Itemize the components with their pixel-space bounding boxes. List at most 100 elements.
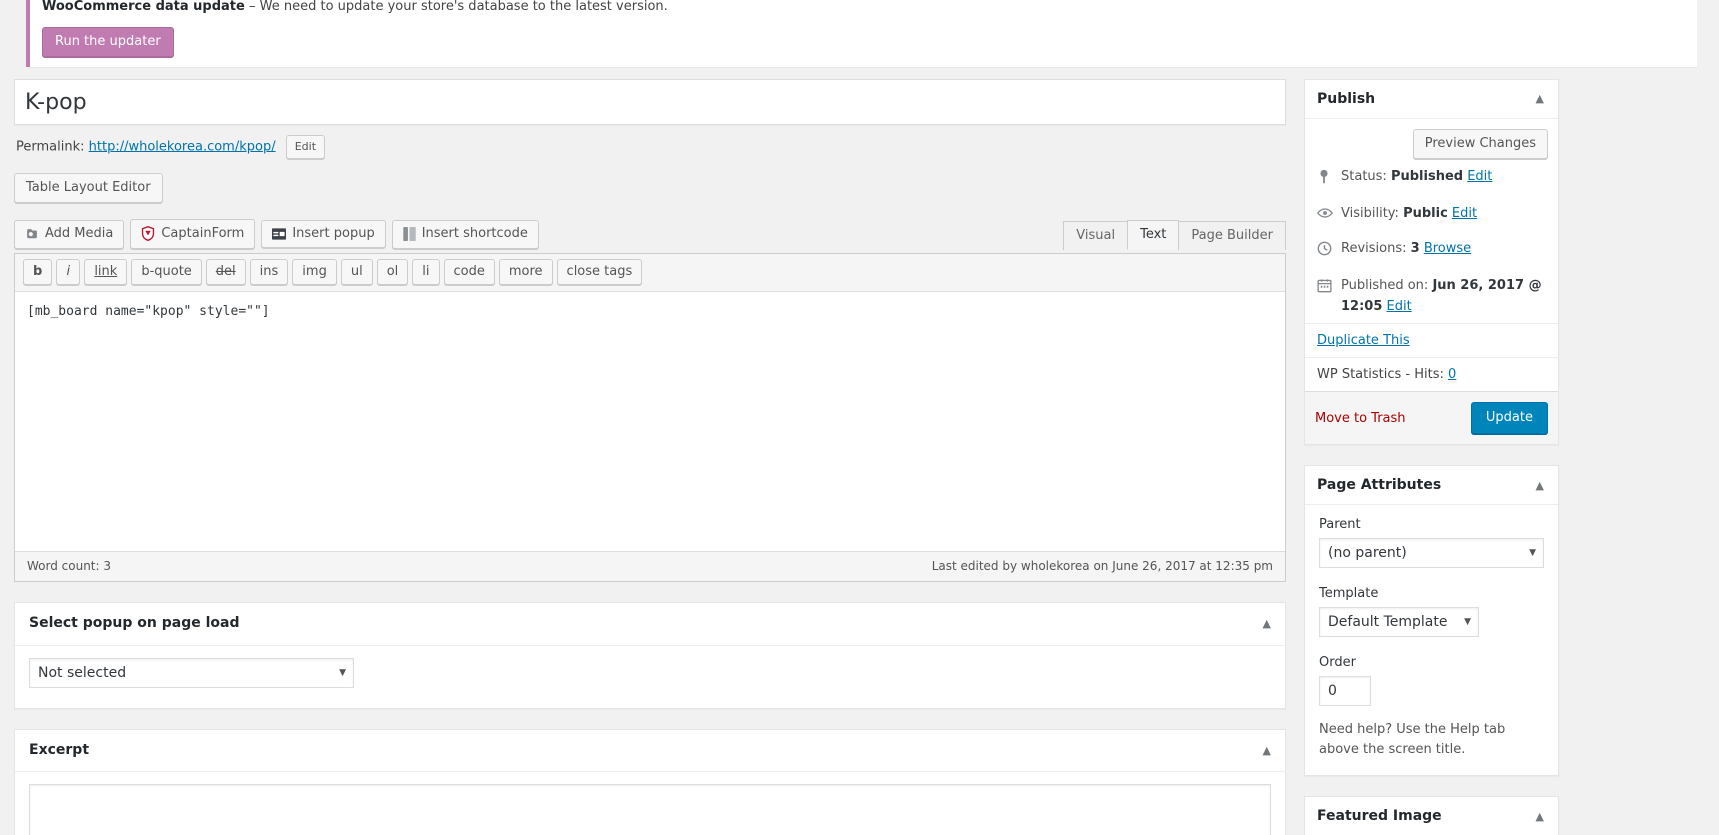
preview-changes-button[interactable]: Preview Changes: [1412, 128, 1548, 159]
run-the-updater-button[interactable]: Run the updater: [42, 26, 174, 57]
quicktag-code[interactable]: code: [443, 259, 495, 285]
quicktag-b[interactable]: b: [23, 259, 53, 285]
chevron-up-icon[interactable]: ▲: [1261, 745, 1273, 756]
parent-select[interactable]: (no parent) ▼: [1319, 538, 1544, 569]
quicktag-ins[interactable]: ins: [249, 259, 289, 285]
order-field-group: Order: [1319, 655, 1544, 707]
template-select-value: Default Template: [1319, 607, 1479, 638]
published-on-label: Published on:: [1341, 277, 1429, 293]
template-label: Template: [1319, 586, 1379, 602]
excerpt-panel-header[interactable]: Excerpt ▲: [15, 730, 1285, 773]
chevron-up-icon[interactable]: ▲: [1534, 93, 1546, 104]
captainform-button[interactable]: CaptainForm: [130, 219, 256, 249]
status-label: Status:: [1341, 168, 1387, 184]
publish-visibility-row: Visibility: Public Edit: [1305, 198, 1558, 233]
quicktag-i[interactable]: i: [56, 259, 81, 285]
publish-revisions-row: Revisions: 3 Browse: [1305, 233, 1558, 270]
popup-select[interactable]: Not selected ▼: [29, 657, 354, 688]
visibility-label: Visibility:: [1341, 206, 1399, 222]
quicktag-li[interactable]: li: [412, 259, 440, 285]
notice-body: We need to update your store's database …: [259, 0, 668, 14]
word-count: Word count: 3: [27, 559, 112, 573]
permalink-link[interactable]: http://wholekorea.com/kpop/: [89, 139, 276, 154]
insert-popup-label: Insert popup: [292, 226, 375, 241]
visibility-value: Public: [1403, 206, 1448, 222]
page-attributes-box: Page Attributes ▲ Parent (no parent) ▼ T…: [1304, 465, 1559, 777]
wp-statistics-row: WP Statistics - Hits: 0: [1305, 357, 1558, 391]
editor-status-bar: Word count: 3 Last edited by wholekorea …: [15, 551, 1285, 581]
post-title-input[interactable]: [23, 82, 1277, 121]
chevron-up-icon[interactable]: ▲: [1534, 480, 1546, 491]
insert-popup-button[interactable]: Insert popup: [261, 220, 386, 248]
chevron-up-icon[interactable]: ▲: [1534, 811, 1546, 822]
publish-status-row: Status: Published Edit: [1305, 161, 1558, 199]
content-editor-textarea[interactable]: [15, 292, 1285, 551]
featured-image-header[interactable]: Featured Image ▲: [1305, 797, 1558, 835]
template-select[interactable]: Default Template ▼: [1319, 607, 1479, 638]
shortcode-icon: [402, 226, 416, 241]
editor-wrap: Add Media CaptainForm Insert popup Inser…: [14, 219, 1286, 582]
tab-visual[interactable]: Visual: [1063, 221, 1129, 250]
quicktag-link[interactable]: link: [84, 259, 128, 285]
insert-shortcode-label: Insert shortcode: [421, 226, 528, 241]
publish-date-row: Published on: Jun 26, 2017 @ 12:05 Edit: [1305, 270, 1558, 324]
editor-box: b i link b-quote del ins img ul ol li co…: [14, 253, 1286, 582]
update-button[interactable]: Update: [1470, 402, 1548, 435]
select-popup-panel-body: Not selected ▼: [15, 646, 1285, 708]
page-attributes-body: Parent (no parent) ▼ Template Default Te…: [1305, 505, 1558, 775]
publish-visibility-text: Visibility: Public Edit: [1341, 204, 1477, 225]
quicktag-ol[interactable]: ol: [376, 259, 409, 285]
pin-icon: [1317, 167, 1333, 193]
quicktag-del[interactable]: del: [205, 259, 246, 285]
publish-box-title: Publish: [1317, 90, 1376, 107]
tab-page-builder[interactable]: Page Builder: [1178, 221, 1286, 250]
publish-box-header[interactable]: Publish ▲: [1305, 80, 1558, 119]
browse-revisions-link[interactable]: Browse: [1424, 241, 1471, 256]
permalink-label: Permalink:: [16, 139, 85, 154]
duplicate-this-link[interactable]: Duplicate This: [1317, 333, 1410, 348]
excerpt-panel-title: Excerpt: [29, 741, 90, 758]
insert-shortcode-button[interactable]: Insert shortcode: [391, 219, 539, 249]
edit-permalink-button[interactable]: Edit: [285, 134, 326, 159]
quicktags-toolbar: b i link b-quote del ins img ul ol li co…: [15, 254, 1285, 292]
select-popup-panel-header[interactable]: Select popup on page load ▲: [15, 603, 1285, 646]
revisions-value: 3: [1410, 241, 1420, 257]
page-attributes-header[interactable]: Page Attributes ▲: [1305, 466, 1558, 506]
select-popup-panel-title: Select popup on page load: [29, 615, 240, 631]
revisions-label: Revisions:: [1341, 241, 1407, 257]
last-edited-info: Last edited by wholekorea on June 26, 20…: [931, 559, 1273, 573]
excerpt-panel: Excerpt ▲: [14, 728, 1286, 835]
wp-statistics-hits-link[interactable]: 0: [1448, 367, 1456, 382]
quicktag-ul[interactable]: ul: [340, 259, 373, 285]
table-layout-editor-button[interactable]: Table Layout Editor: [14, 173, 163, 203]
edit-date-link[interactable]: Edit: [1387, 299, 1412, 314]
add-media-button[interactable]: Add Media: [14, 219, 125, 249]
quicktag-more[interactable]: more: [498, 259, 553, 285]
move-to-trash-link[interactable]: Move to Trash: [1315, 411, 1406, 426]
popup-icon: [272, 227, 287, 240]
clock-icon: [1317, 239, 1333, 264]
camera-icon: [25, 227, 39, 241]
chevron-up-icon[interactable]: ▲: [1261, 618, 1273, 629]
edit-visibility-link[interactable]: Edit: [1452, 206, 1477, 221]
order-label: Order: [1319, 655, 1356, 671]
quicktag-close-tags[interactable]: close tags: [556, 259, 643, 285]
tab-text[interactable]: Text: [1127, 220, 1180, 250]
parent-label: Parent: [1319, 517, 1361, 533]
edit-status-link[interactable]: Edit: [1467, 169, 1492, 184]
excerpt-textarea[interactable]: [29, 784, 1271, 835]
parent-field-group: Parent (no parent) ▼: [1319, 517, 1544, 572]
page-attributes-title: Page Attributes: [1317, 477, 1442, 494]
publish-actions-top: Preview Changes: [1305, 119, 1558, 161]
notice-message: WooCommerce data update – We need to upd…: [42, 0, 1685, 17]
shield-icon: [141, 226, 155, 241]
notice-dash: –: [248, 0, 256, 14]
parent-select-value: (no parent): [1319, 538, 1544, 569]
duplicate-this-row: Duplicate This: [1305, 323, 1558, 357]
order-input[interactable]: [1319, 676, 1371, 707]
template-field-group: Template Default Template ▼: [1319, 586, 1544, 641]
quicktag-img[interactable]: img: [292, 259, 337, 285]
wp-statistics-label: WP Statistics - Hits:: [1317, 367, 1444, 383]
quicktag-b-quote[interactable]: b-quote: [131, 259, 202, 285]
eye-icon: [1317, 204, 1333, 227]
